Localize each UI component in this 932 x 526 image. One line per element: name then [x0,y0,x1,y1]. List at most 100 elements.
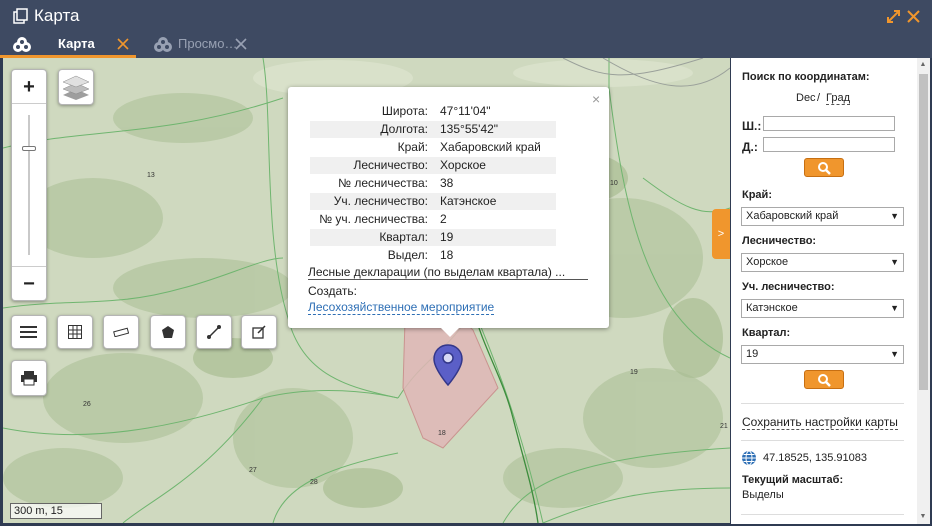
dropdown-arrow-icon: ▼ [890,211,899,221]
panel-toggle-button[interactable]: > [712,209,730,259]
declarations-link[interactable]: Лесные декларации (по выделам квартала) … [308,265,588,280]
zoom-out-button[interactable]: − [12,266,46,300]
info-value: Хабаровский край [440,140,541,154]
map-scale: 300 m, 15 [10,503,102,519]
tab-map[interactable]: Карта [0,33,136,58]
polygon-icon [162,326,174,338]
coords-search-title: Поиск по координатам: [742,71,870,83]
lat-input[interactable] [763,116,895,131]
tab-preview[interactable]: Просмо… [150,33,260,58]
tab-close-icon[interactable] [116,37,130,51]
info-row: Долгота: 135°55'42" [310,121,556,138]
close-icon[interactable] [906,9,921,24]
scroll-up-icon[interactable]: ▲ [918,61,928,69]
layers-cube-icon [13,37,31,52]
info-value: Катэнское [440,194,497,208]
region-select[interactable]: Хабаровский край ▼ [741,207,904,226]
format-separator: / [817,92,821,104]
window-title: Карта [34,6,80,25]
info-row: Широта: 47°11'04" [310,103,556,120]
info-value: 135°55'42" [440,122,499,136]
map-canvas[interactable]: 13 10 26 19 18 27 28 21 + − 300 m, 15 × … [3,58,730,523]
panel-scrollbar[interactable]: ▲ ▼ [917,58,930,524]
line-icon [207,325,221,339]
scale-value: Выделы [742,489,784,501]
cursor-coords: 47.18525, 135.91083 [763,452,867,464]
map-label: 19 [630,369,638,376]
lon-label: Д.: [742,140,758,154]
forestry-value: Хорское [746,256,789,268]
zoom-in-button[interactable]: + [12,70,46,104]
coords-search-button[interactable] [804,158,844,177]
format-grad-option[interactable]: Град [826,92,850,105]
title-bar: Карта [0,0,932,33]
popup-tail [440,327,460,337]
dropdown-arrow-icon: ▼ [890,349,899,359]
info-value: 19 [440,230,454,244]
ruler-button[interactable] [103,315,139,349]
map-label: 18 [438,430,446,437]
format-dec-option[interactable]: Dec [796,92,816,104]
quarter-search-button[interactable] [804,370,844,389]
info-value: 2 [440,212,447,226]
print-button[interactable] [11,360,47,396]
layers-cube-icon [154,37,172,52]
region-label: Край: [742,189,772,201]
window-copy-icon [13,8,28,24]
divider [741,440,904,441]
scroll-down-icon[interactable]: ▼ [918,513,928,521]
quarter-select[interactable]: 19 ▼ [741,345,904,364]
zoom-control: + − [11,69,47,301]
line-button[interactable] [196,315,232,349]
info-key: Долгота: [380,122,428,136]
popup-close-icon[interactable]: × [592,91,600,107]
tab-preview-label: Просмо… [178,36,238,51]
search-panel: Поиск по координатам: Dec / Град Ш.: Д.:… [731,58,930,524]
create-measure-link[interactable]: Лесохозяйственное мероприятие [308,300,495,315]
info-value: 18 [440,248,454,262]
map-window: Карта Карта Просмо… 13 10 26 19 18 27 28… [0,0,932,526]
map-label: 28 [310,479,318,486]
create-label: Создать: [308,284,357,298]
info-value: Хорское [440,158,486,172]
map-label: 13 [147,172,155,179]
edit-button[interactable] [241,315,277,349]
info-row: Лесничество: Хорское [310,157,556,174]
divider [741,403,904,404]
polygon-button[interactable] [150,315,186,349]
print-icon [21,371,37,386]
grid-icon [68,325,82,339]
menu-button[interactable] [11,315,47,349]
forestry-select[interactable]: Хорское ▼ [741,253,904,272]
info-key: Лесничество: [353,158,428,172]
expand-icon[interactable] [886,9,901,24]
info-row: Край: Хабаровский край [310,139,556,156]
tab-map-label: Карта [58,36,95,51]
quarter-value: 19 [746,348,759,360]
location-marker-icon[interactable] [431,343,465,387]
zoom-slider-track[interactable] [28,115,30,255]
divider [741,514,904,515]
info-value: 38 [440,176,454,190]
scroll-thumb[interactable] [919,74,928,390]
grid-button[interactable] [57,315,93,349]
search-icon [818,162,831,175]
lat-label: Ш.: [742,119,762,133]
lon-input[interactable] [763,137,895,152]
district-value: Катэнское [746,302,798,314]
layers-icon [62,75,90,100]
tab-close-icon[interactable] [234,37,248,51]
info-row: Выдел: 18 [310,247,556,264]
dropdown-arrow-icon: ▼ [890,303,899,313]
info-value: 47°11'04" [440,104,491,118]
zoom-slider-thumb[interactable] [22,146,36,151]
forestry-label: Лесничество: [742,235,817,247]
map-label: 10 [610,180,618,187]
layers-button[interactable] [58,69,94,105]
region-value: Хабаровский край [746,210,839,222]
info-row: Квартал: 19 [310,229,556,246]
tab-bar: Карта Просмо… [0,33,932,58]
district-select[interactable]: Катэнское ▼ [741,299,904,318]
edit-icon [252,325,266,339]
save-settings-link[interactable]: Сохранить настройки карты [742,415,898,430]
